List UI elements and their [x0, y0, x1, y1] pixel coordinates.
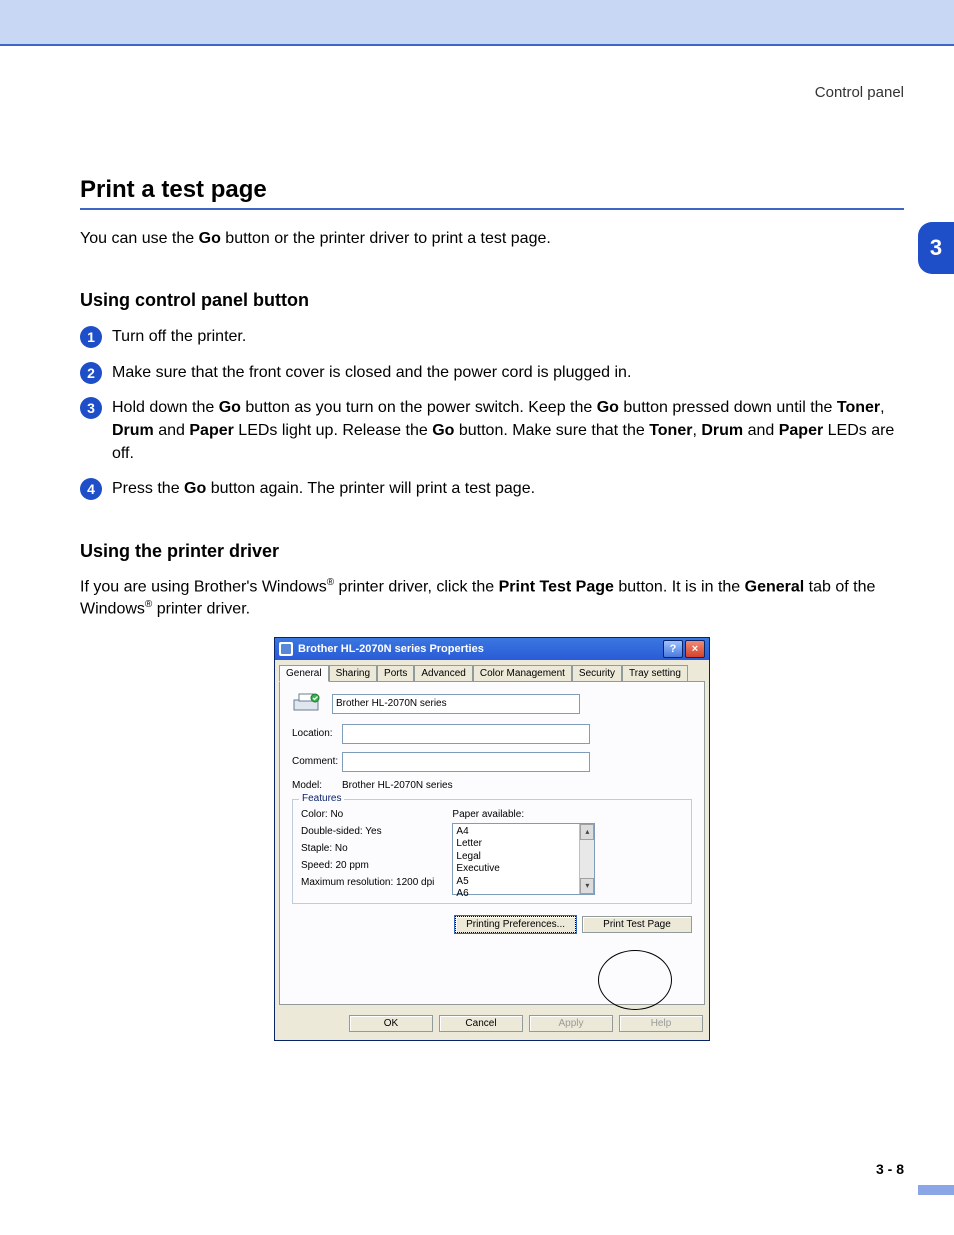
footer-accent-icon — [918, 1185, 954, 1195]
location-label: Location: — [292, 728, 342, 739]
step-number-icon: 2 — [80, 362, 102, 384]
general-panel: Brother HL-2070N series Location: Commen… — [279, 681, 705, 1005]
running-header: Control panel — [815, 84, 904, 101]
step-number-icon: 4 — [80, 478, 102, 500]
comment-field[interactable] — [342, 752, 590, 772]
section-heading-control-panel: Using control panel button — [80, 290, 904, 311]
location-field[interactable] — [342, 724, 590, 744]
step-1: 1 Turn off the printer. — [80, 325, 904, 348]
page-number: 3 - 8 — [876, 1161, 904, 1177]
feature-double-sided: Double-sided: Yes — [301, 823, 434, 840]
dialog-title: Brother HL-2070N series Properties — [298, 643, 661, 655]
step-2-text: Make sure that the front cover is closed… — [112, 361, 631, 384]
step-3-text: Hold down the Go button as you turn on t… — [112, 396, 904, 466]
printer-name-field[interactable]: Brother HL-2070N series — [332, 694, 580, 714]
paper-available-list[interactable]: A4 Letter Legal Executive A5 A6 ▴ ▾ — [452, 823, 595, 895]
feature-staple: Staple: No — [301, 840, 434, 857]
list-item[interactable]: A5 — [456, 876, 591, 889]
feature-color: Color: No — [301, 806, 434, 823]
printer-properties-dialog: Brother HL-2070N series Properties ? × G… — [274, 637, 710, 1041]
close-icon[interactable]: × — [685, 640, 705, 658]
title-rule — [80, 208, 904, 210]
step-4: 4 Press the Go button again. The printer… — [80, 477, 904, 500]
printer-large-icon — [292, 692, 322, 716]
model-label: Model: — [292, 780, 342, 791]
list-item[interactable]: Executive — [456, 863, 591, 876]
highlight-circle-icon — [598, 950, 672, 1010]
ok-button[interactable]: OK — [349, 1015, 433, 1032]
intro-paragraph: You can use the Go button or the printer… — [80, 228, 904, 250]
step-number-icon: 1 — [80, 326, 102, 348]
scroll-up-icon[interactable]: ▴ — [580, 824, 594, 840]
step-2: 2 Make sure that the front cover is clos… — [80, 361, 904, 384]
list-item[interactable]: Legal — [456, 851, 591, 864]
printing-preferences-button[interactable]: Printing Preferences... — [455, 916, 576, 933]
page-title: Print a test page — [80, 176, 904, 204]
features-fieldset: Features Color: No Double-sided: Yes Sta… — [292, 799, 692, 904]
feature-resolution: Maximum resolution: 1200 dpi — [301, 874, 434, 891]
page-top-banner — [0, 0, 954, 46]
features-legend: Features — [299, 793, 344, 804]
list-item[interactable]: A4 — [456, 826, 591, 839]
step-4-text: Press the Go button again. The printer w… — [112, 477, 535, 500]
printer-driver-paragraph: If you are using Brother's Windows® prin… — [80, 576, 904, 621]
tab-color-management[interactable]: Color Management — [473, 665, 572, 682]
step-3: 3 Hold down the Go button as you turn on… — [80, 396, 904, 466]
scroll-down-icon[interactable]: ▾ — [580, 878, 594, 894]
feature-speed: Speed: 20 ppm — [301, 857, 434, 874]
tab-security[interactable]: Security — [572, 665, 622, 682]
model-value: Brother HL-2070N series — [342, 780, 453, 791]
help-button[interactable]: Help — [619, 1015, 703, 1032]
list-item[interactable]: Letter — [456, 838, 591, 851]
tab-general[interactable]: General — [279, 665, 329, 682]
comment-label: Comment: — [292, 756, 342, 767]
print-test-page-button[interactable]: Print Test Page — [582, 916, 692, 933]
step-number-icon: 3 — [80, 397, 102, 419]
list-item[interactable]: A6 — [456, 888, 591, 901]
chapter-tab: 3 — [918, 222, 954, 274]
tab-tray-setting[interactable]: Tray setting — [622, 665, 688, 682]
tab-ports[interactable]: Ports — [377, 665, 414, 682]
tab-advanced[interactable]: Advanced — [414, 665, 472, 682]
paper-available-label: Paper available: — [452, 806, 595, 823]
tab-sharing[interactable]: Sharing — [329, 665, 377, 682]
dialog-titlebar[interactable]: Brother HL-2070N series Properties ? × — [275, 638, 709, 660]
cancel-button[interactable]: Cancel — [439, 1015, 523, 1032]
scrollbar[interactable]: ▴ ▾ — [579, 824, 594, 894]
printer-icon — [279, 642, 293, 656]
step-1-text: Turn off the printer. — [112, 325, 246, 348]
section-heading-printer-driver: Using the printer driver — [80, 541, 904, 562]
help-button-icon[interactable]: ? — [663, 640, 683, 658]
apply-button[interactable]: Apply — [529, 1015, 613, 1032]
